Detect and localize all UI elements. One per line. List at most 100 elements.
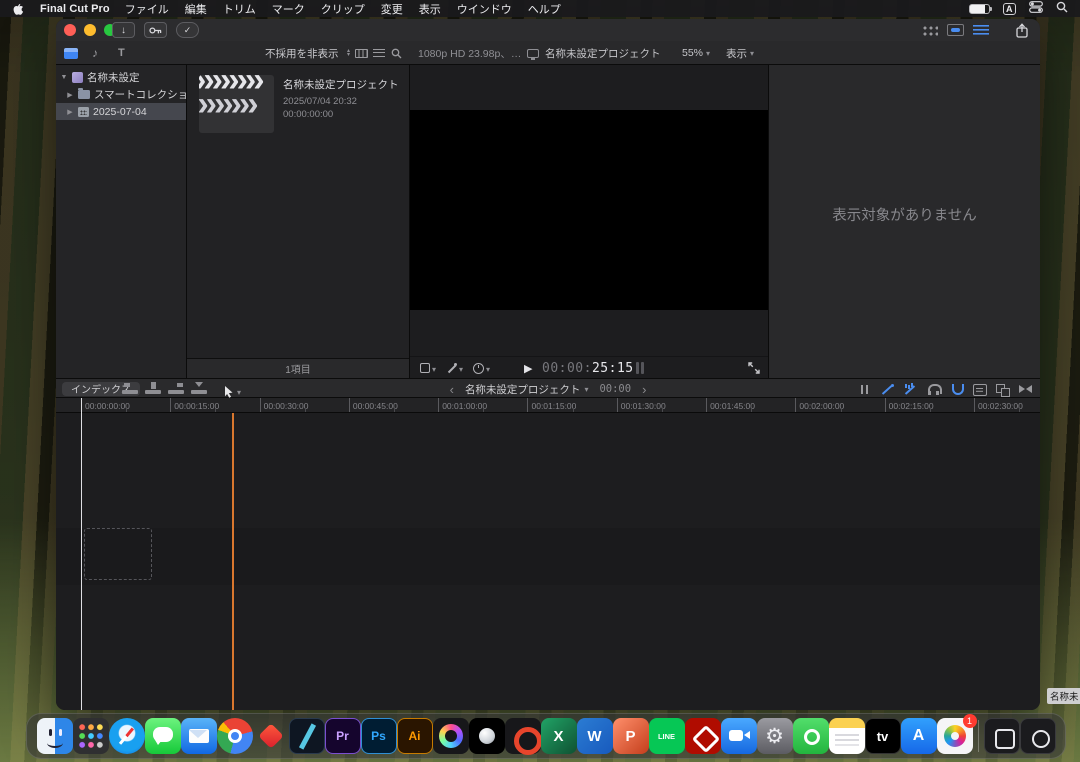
insert-edit-icon[interactable] <box>145 382 161 395</box>
dock-item-launchpad[interactable] <box>73 718 109 754</box>
minimize-window-button[interactable] <box>84 24 96 36</box>
dock-item-apple-tv[interactable]: tv <box>865 718 901 754</box>
dock-item-excel[interactable]: X <box>541 718 577 754</box>
menu-item[interactable]: クリップ <box>321 1 365 17</box>
browser-search-button[interactable] <box>391 41 402 65</box>
dock-item-sphere-app[interactable] <box>469 718 505 754</box>
dock-item-premiere-pro[interactable]: Pr <box>325 718 361 754</box>
disclosure-triangle-icon[interactable] <box>66 108 74 116</box>
dock-item-word[interactable]: W <box>577 718 613 754</box>
clip-appearance-icon[interactable] <box>971 382 988 397</box>
dock-item-green-app[interactable] <box>793 718 829 754</box>
dock-item-dark-camera-app[interactable] <box>1020 718 1056 754</box>
dock-item-messages[interactable] <box>145 718 181 754</box>
dock-item-line[interactable]: LINE <box>649 718 685 754</box>
dock-item-diamond-app[interactable] <box>253 718 289 754</box>
transform-tools-dropdown[interactable] <box>420 359 436 377</box>
video-canvas[interactable] <box>410 110 768 310</box>
project-title[interactable]: 名称未設定プロジェクト <box>283 79 403 91</box>
menu-item[interactable]: ウインドウ <box>457 1 512 17</box>
titles-generators-sidebar-tab[interactable] <box>118 41 125 65</box>
menu-item[interactable]: トリム <box>223 1 256 17</box>
keyword-editor-button[interactable] <box>144 22 167 38</box>
effects-tools-dropdown[interactable] <box>446 359 463 377</box>
menu-item[interactable]: ファイル <box>125 1 169 17</box>
menu-item[interactable]: 表示 <box>419 1 441 17</box>
menu-item[interactable]: 変更 <box>381 1 403 17</box>
dock-item-settings[interactable] <box>757 718 793 754</box>
dock-item-finder[interactable] <box>37 718 73 754</box>
project-thumbnail[interactable] <box>199 75 274 133</box>
menu-item[interactable]: ヘルプ <box>528 1 561 17</box>
dock-item-notes[interactable] <box>829 718 865 754</box>
dock-item-affinity[interactable] <box>289 718 325 754</box>
viewer-view-dropdown[interactable]: 表示 <box>726 41 754 65</box>
dock-item-mail[interactable] <box>181 718 217 754</box>
filmstrip-view-button[interactable] <box>355 41 368 65</box>
solo-toggle-icon[interactable] <box>925 382 942 397</box>
timeline-body[interactable] <box>56 413 1040 710</box>
inspector-toggle-icon[interactable] <box>973 24 989 36</box>
disclosure-triangle-icon[interactable] <box>60 74 68 81</box>
dock-item-illustrator[interactable]: Ai <box>397 718 433 754</box>
transitions-browser-icon[interactable] <box>1017 382 1034 397</box>
dock-item-photos[interactable]: 1 <box>937 718 973 754</box>
snapping-toggle-icon[interactable] <box>948 382 965 397</box>
overwrite-edit-icon[interactable] <box>191 382 207 395</box>
playhead[interactable] <box>81 398 82 710</box>
control-center-icon[interactable] <box>1029 1 1043 16</box>
chevron-down-icon <box>584 383 588 395</box>
browser-layout-icon[interactable] <box>921 24 938 37</box>
background-tasks-button[interactable] <box>176 22 199 38</box>
dock-item-video-call-app[interactable] <box>721 718 757 754</box>
previous-project-icon[interactable] <box>450 383 454 396</box>
viewer-format-info[interactable]: 1080p HD 23.98p、… <box>418 41 521 65</box>
fullscreen-icon[interactable] <box>748 361 760 379</box>
browser-filter-dropdown[interactable]: 不採用を非表示 <box>265 41 353 65</box>
viewer-project-selector[interactable]: 名称未設定プロジェクト <box>527 41 661 65</box>
dock-item-acrobat[interactable] <box>685 718 721 754</box>
skimming-toggle-icon[interactable] <box>879 382 896 397</box>
timeline-project-dropdown[interactable]: 名称未設定プロジェクト <box>465 382 589 397</box>
viewer-zoom-dropdown[interactable]: 55% <box>682 41 710 65</box>
dock-item-dark-utility-app[interactable] <box>984 718 1020 754</box>
list-icon <box>373 49 385 58</box>
trim-feedback-icon[interactable] <box>856 382 873 397</box>
sidebar-item-event-date[interactable]: 2025-07-04 <box>56 103 186 120</box>
menu-item[interactable]: マーク <box>272 1 305 17</box>
window-titlebar[interactable] <box>56 19 1040 41</box>
menu-item[interactable]: 編集 <box>185 1 207 17</box>
input-source-indicator[interactable]: A <box>1003 3 1017 15</box>
effects-browser-icon[interactable] <box>994 382 1011 397</box>
append-edit-icon[interactable] <box>168 382 184 395</box>
audio-skimming-toggle-icon[interactable] <box>902 382 919 397</box>
apple-menu-icon[interactable] <box>12 2 25 16</box>
close-window-button[interactable] <box>64 24 76 36</box>
next-project-icon[interactable] <box>642 383 646 396</box>
timeline-ruler[interactable]: 00:00:00:0000:00:15:0000:00:30:0000:00:4… <box>56 398 1040 413</box>
clip-drop-placeholder[interactable] <box>84 528 152 580</box>
share-icon[interactable] <box>1012 22 1032 38</box>
dock-item-final-cut-pro[interactable] <box>433 718 469 754</box>
disclosure-triangle-icon[interactable] <box>66 91 74 99</box>
battery-icon[interactable] <box>969 4 990 14</box>
dock-item-chrome[interactable] <box>217 718 253 754</box>
list-view-button[interactable] <box>373 41 385 65</box>
retime-tools-dropdown[interactable] <box>473 359 490 377</box>
dock-item-powerpoint[interactable]: P <box>613 718 649 754</box>
dock-item-app-store[interactable]: A <box>901 718 937 754</box>
play-button[interactable] <box>524 357 532 379</box>
media-sidebar-tab[interactable] <box>64 41 78 65</box>
storage-status-icon[interactable] <box>947 24 964 36</box>
photos-audio-sidebar-tab[interactable] <box>92 41 98 65</box>
dock-item-photoshop[interactable]: Ps <box>361 718 397 754</box>
active-app-name[interactable]: Final Cut Pro <box>40 3 110 15</box>
dock-item-safari[interactable] <box>109 718 145 754</box>
sidebar-item-smart-collection[interactable]: スマートコレクション <box>56 86 186 103</box>
spotlight-search-icon[interactable] <box>1056 1 1068 16</box>
connect-edit-icon[interactable] <box>122 382 138 395</box>
audio-meters-icon[interactable] <box>636 362 644 374</box>
import-media-button[interactable] <box>112 22 135 38</box>
dock-item-red-ring-app[interactable] <box>505 718 541 754</box>
sidebar-item-library[interactable]: 名称未設定 <box>56 69 186 86</box>
